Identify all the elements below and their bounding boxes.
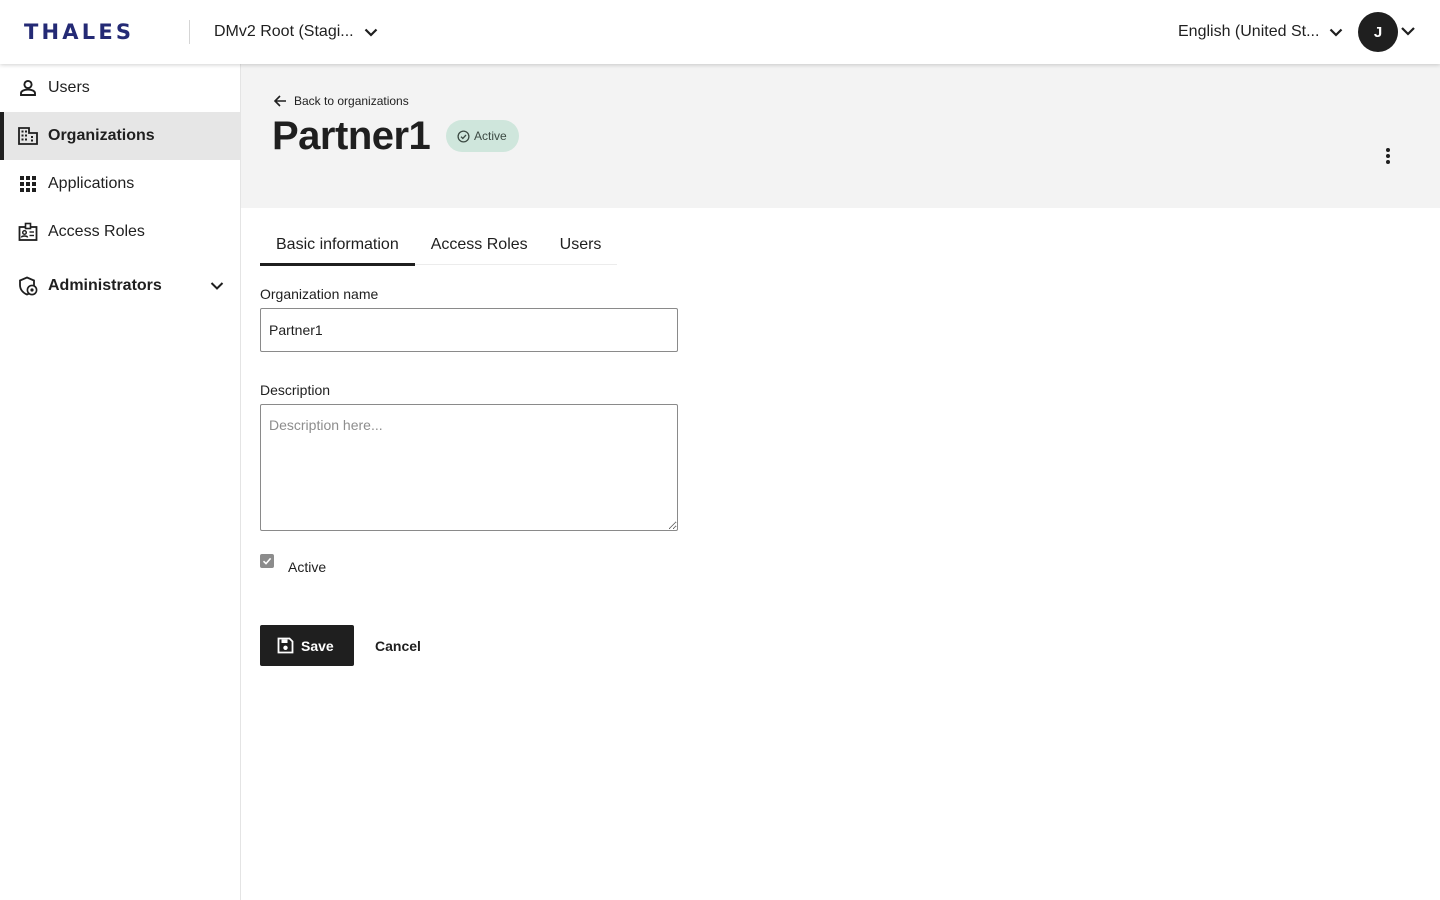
org-name-input[interactable] bbox=[260, 308, 678, 352]
description-textarea[interactable] bbox=[260, 404, 678, 531]
tab-bar: Basic information Access Roles Users bbox=[260, 224, 618, 266]
tenant-selector[interactable]: DMv2 Root (Stagi... bbox=[214, 16, 378, 48]
grid-icon bbox=[18, 174, 38, 194]
check-circle-icon bbox=[457, 129, 470, 143]
logo-text: THALES bbox=[24, 20, 135, 44]
tenant-label: DMv2 Root (Stagi... bbox=[214, 23, 354, 40]
arrow-left-icon bbox=[273, 95, 286, 107]
tab-access-roles[interactable]: Access Roles bbox=[415, 224, 544, 265]
kebab-menu-icon bbox=[1386, 148, 1390, 164]
tab-users[interactable]: Users bbox=[544, 224, 618, 265]
page-header: Back to organizations Partner1 Active bbox=[241, 64, 1440, 208]
top-bar: THALES DMv2 Root (Stagi... English (Unit… bbox=[0, 0, 1440, 64]
active-checkbox[interactable] bbox=[260, 554, 274, 568]
active-checkbox-label: Active bbox=[288, 559, 327, 575]
user-avatar[interactable]: J bbox=[1358, 12, 1398, 52]
chevron-down-icon bbox=[1330, 28, 1343, 37]
person-icon bbox=[18, 78, 38, 98]
status-badge: Active bbox=[446, 120, 519, 152]
language-selector[interactable]: English (United St... bbox=[1178, 16, 1343, 48]
back-link[interactable]: Back to organizations bbox=[273, 94, 409, 108]
page-title: Partner1 bbox=[272, 114, 431, 158]
description-label: Description bbox=[260, 382, 331, 398]
building-icon bbox=[18, 126, 38, 146]
sidebar-item-access-roles[interactable]: Access Roles bbox=[0, 208, 240, 256]
org-name-label: Organization name bbox=[260, 286, 379, 302]
chevron-down-icon bbox=[364, 28, 377, 37]
more-options-button[interactable] bbox=[1374, 142, 1402, 170]
sidebar-item-organizations[interactable]: Organizations bbox=[0, 112, 240, 160]
sidebar-group-administrators[interactable]: Administrators bbox=[0, 262, 240, 310]
save-button-label: Save bbox=[301, 637, 334, 654]
avatar-chevron-down-icon[interactable] bbox=[1400, 22, 1416, 42]
back-link-label: Back to organizations bbox=[294, 94, 409, 108]
sidebar-item-users[interactable]: Users bbox=[0, 64, 240, 112]
checkmark-icon bbox=[262, 557, 272, 565]
language-label: English (United St... bbox=[1178, 23, 1320, 40]
floppy-disk-icon bbox=[277, 637, 294, 654]
sidebar-item-label: Users bbox=[48, 79, 90, 96]
chevron-down-icon bbox=[210, 282, 224, 290]
sidebar-item-label: Applications bbox=[48, 175, 135, 192]
sidebar-item-applications[interactable]: Applications bbox=[0, 160, 240, 208]
thales-logo[interactable]: THALES bbox=[24, 19, 134, 45]
sidebar-item-label: Organizations bbox=[48, 127, 155, 144]
save-button[interactable]: Save bbox=[260, 625, 354, 666]
sidebar-group-label: Administrators bbox=[48, 277, 162, 294]
tab-basic-information[interactable]: Basic information bbox=[260, 224, 415, 266]
shield-settings-icon bbox=[18, 276, 38, 296]
status-badge-label: Active bbox=[474, 129, 507, 143]
sidebar-item-label: Access Roles bbox=[48, 223, 145, 240]
id-badge-icon bbox=[18, 222, 38, 242]
divider bbox=[189, 20, 190, 44]
sidebar: Users Organizations Applications Access … bbox=[0, 64, 241, 900]
cancel-button[interactable]: Cancel bbox=[363, 625, 433, 666]
